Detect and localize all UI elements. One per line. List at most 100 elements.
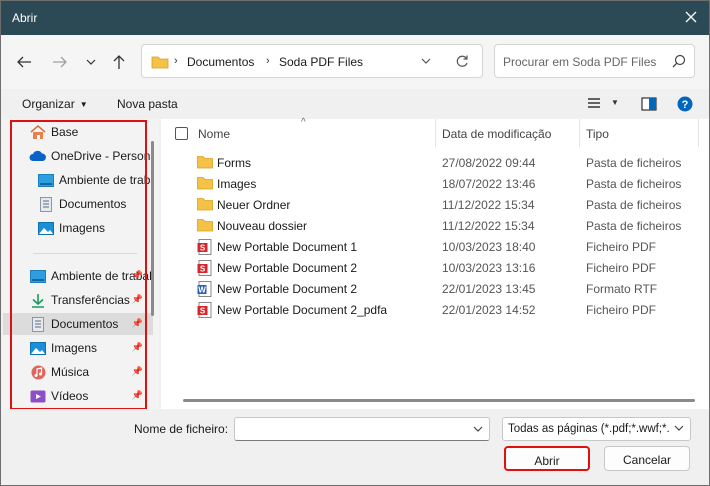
image-icon	[29, 340, 47, 356]
view-options-caret-icon[interactable]: ▼	[611, 98, 619, 107]
horizontal-scrollbar[interactable]	[183, 399, 695, 402]
pin-icon[interactable]: 📌	[132, 318, 143, 329]
pin-icon[interactable]: 📌	[132, 366, 143, 377]
file-name: New Portable Document 2_pdfa	[217, 303, 388, 317]
file-type: Ficheiro PDF	[586, 303, 657, 317]
search-box[interactable]: Procurar em Soda PDF Files	[494, 44, 695, 78]
pin-icon[interactable]: 📌	[132, 294, 143, 305]
sidebar-item-label: OneDrive - Personal	[51, 149, 153, 163]
search-placeholder: Procurar em Soda PDF Files	[503, 55, 657, 69]
open-button[interactable]: Abrir	[504, 446, 590, 471]
file-row[interactable]: S New Portable Document 2_pdfa 22/01/202…	[161, 299, 709, 320]
sidebar-item-label: Base	[51, 125, 79, 139]
file-name: Neuer Ordner	[217, 198, 291, 212]
cancel-button[interactable]: Cancelar	[604, 446, 690, 471]
column-divider[interactable]	[579, 119, 580, 147]
filename-input[interactable]	[234, 417, 490, 441]
file-row[interactable]: Nouveau dossier 11/12/2022 15:34 Pasta d…	[161, 215, 709, 236]
column-header-type[interactable]: Tipo	[586, 119, 609, 147]
sidebar-item-downloads[interactable]: Transferências 📌	[3, 289, 153, 311]
file-row[interactable]: Neuer Ordner 11/12/2022 15:34 Pasta de f…	[161, 194, 709, 215]
file-type: Pasta de ficheiros	[586, 198, 682, 212]
pin-icon[interactable]: 📌	[132, 270, 143, 281]
sidebar-item-onedrive-images[interactable]: Imagens	[3, 217, 153, 239]
dialog-footer: Nome de ficheiro: Todas as páginas (*.pd…	[1, 409, 709, 485]
file-date: 10/03/2023 13:16	[442, 261, 536, 275]
sidebar-item-desktop[interactable]: Ambiente de trabalho 📌	[3, 265, 153, 287]
chevron-down-icon[interactable]	[472, 423, 484, 437]
organize-menu-button[interactable]: Organizar ▼	[22, 97, 88, 111]
music-icon	[29, 364, 47, 380]
pin-icon[interactable]: 📌	[132, 342, 143, 353]
file-type: Ficheiro PDF	[586, 261, 657, 275]
filename-label: Nome de ficheiro:	[134, 422, 229, 436]
file-type: Ficheiro PDF	[586, 240, 657, 254]
sidebar-item-images[interactable]: Imagens 📌	[3, 337, 153, 359]
sidebar-item-label: Transferências	[51, 293, 130, 307]
file-row[interactable]: S New Portable Document 2 10/03/2023 13:…	[161, 257, 709, 278]
view-list-icon[interactable]	[587, 97, 601, 112]
file-name: New Portable Document 2	[217, 261, 358, 275]
recent-locations-chevron-icon[interactable]	[81, 52, 101, 72]
breadcrumb-separator: ›	[266, 55, 270, 67]
command-toolbar: Organizar ▼ Nova pasta ▼ ?	[1, 89, 709, 119]
file-name: Nouveau dossier	[217, 219, 308, 233]
close-icon[interactable]	[683, 9, 699, 25]
desktop-icon	[37, 172, 55, 188]
sidebar-item-onedrive[interactable]: OneDrive - Personal	[3, 145, 153, 167]
document-icon	[29, 316, 47, 332]
file-date: 11/12/2022 15:34	[442, 219, 535, 233]
sidebar-scrollbar[interactable]	[151, 141, 154, 316]
select-all-checkbox[interactable]	[175, 127, 188, 140]
file-date: 18/07/2022 13:46	[442, 177, 536, 191]
caret-down-icon: ▼	[79, 100, 88, 109]
file-type-select[interactable]: Todas as páginas (*.pdf;*.wwf;*.	[502, 417, 691, 441]
sidebar-item-videos[interactable]: Vídeos 📌	[3, 385, 153, 407]
sidebar-item-label: Ambiente de trabalho	[59, 173, 153, 187]
breadcrumb-soda-pdf-files[interactable]: Soda PDF Files	[279, 55, 363, 69]
refresh-icon[interactable]	[455, 54, 469, 71]
back-arrow-icon[interactable]	[14, 52, 34, 72]
sidebar-item-onedrive-desktop[interactable]: Ambiente de trabalho	[3, 169, 153, 191]
desktop-icon	[29, 268, 47, 284]
file-name: Images	[217, 177, 257, 191]
column-divider[interactable]	[698, 119, 699, 147]
document-icon	[37, 196, 55, 212]
sidebar-item-onedrive-documents[interactable]: Documentos	[3, 193, 153, 215]
search-icon[interactable]	[672, 54, 686, 71]
sidebar-item-label: Documentos	[59, 197, 127, 211]
column-divider[interactable]	[435, 119, 436, 147]
file-date: 22/01/2023 14:52	[442, 303, 536, 317]
svg-text:?: ?	[682, 99, 689, 111]
file-row[interactable]: Forms 27/08/2022 09:44 Pasta de ficheiro…	[161, 152, 709, 173]
file-row[interactable]: W New Portable Document 2 22/01/2023 13:…	[161, 278, 709, 299]
new-folder-button[interactable]: Nova pasta	[117, 97, 178, 111]
sidebar-item-label: Música	[51, 365, 90, 379]
preview-pane-icon[interactable]	[641, 97, 657, 114]
navigation-pane: Base OneDrive - Personal Ambiente de tra…	[3, 119, 159, 409]
sidebar-item-label: Vídeos	[51, 389, 89, 403]
file-date: 27/08/2022 09:44	[442, 156, 536, 170]
file-row[interactable]: Images 18/07/2022 13:46 Pasta de ficheir…	[161, 173, 709, 194]
address-history-chevron-icon[interactable]	[420, 55, 432, 69]
column-header-name[interactable]: Nome	[198, 119, 230, 147]
sidebar-item-base[interactable]: Base	[3, 121, 153, 143]
forward-arrow-icon[interactable]	[50, 52, 70, 72]
folder-icon	[197, 197, 213, 211]
sidebar-item-documents[interactable]: Documentos 📌	[3, 313, 153, 335]
column-header-date[interactable]: Data de modificação	[442, 119, 551, 147]
up-arrow-icon[interactable]	[109, 52, 129, 72]
home-icon	[29, 124, 47, 140]
file-date: 11/12/2022 15:34	[442, 198, 535, 212]
breadcrumb-documentos[interactable]: Documentos	[187, 55, 254, 69]
title-bar: Abrir	[1, 1, 709, 35]
address-bar[interactable]: › Documentos › Soda PDF Files	[141, 44, 483, 78]
sidebar-item-label: Imagens	[51, 341, 98, 355]
file-row[interactable]: S New Portable Document 1 10/03/2023 18:…	[161, 236, 709, 257]
sidebar-item-music[interactable]: Música 📌	[3, 361, 153, 383]
file-name: New Portable Document 2	[217, 282, 358, 296]
pin-icon[interactable]: 📌	[132, 390, 143, 401]
file-type: Pasta de ficheiros	[586, 177, 682, 191]
help-icon[interactable]: ?	[677, 96, 693, 115]
folder-icon	[197, 218, 213, 232]
